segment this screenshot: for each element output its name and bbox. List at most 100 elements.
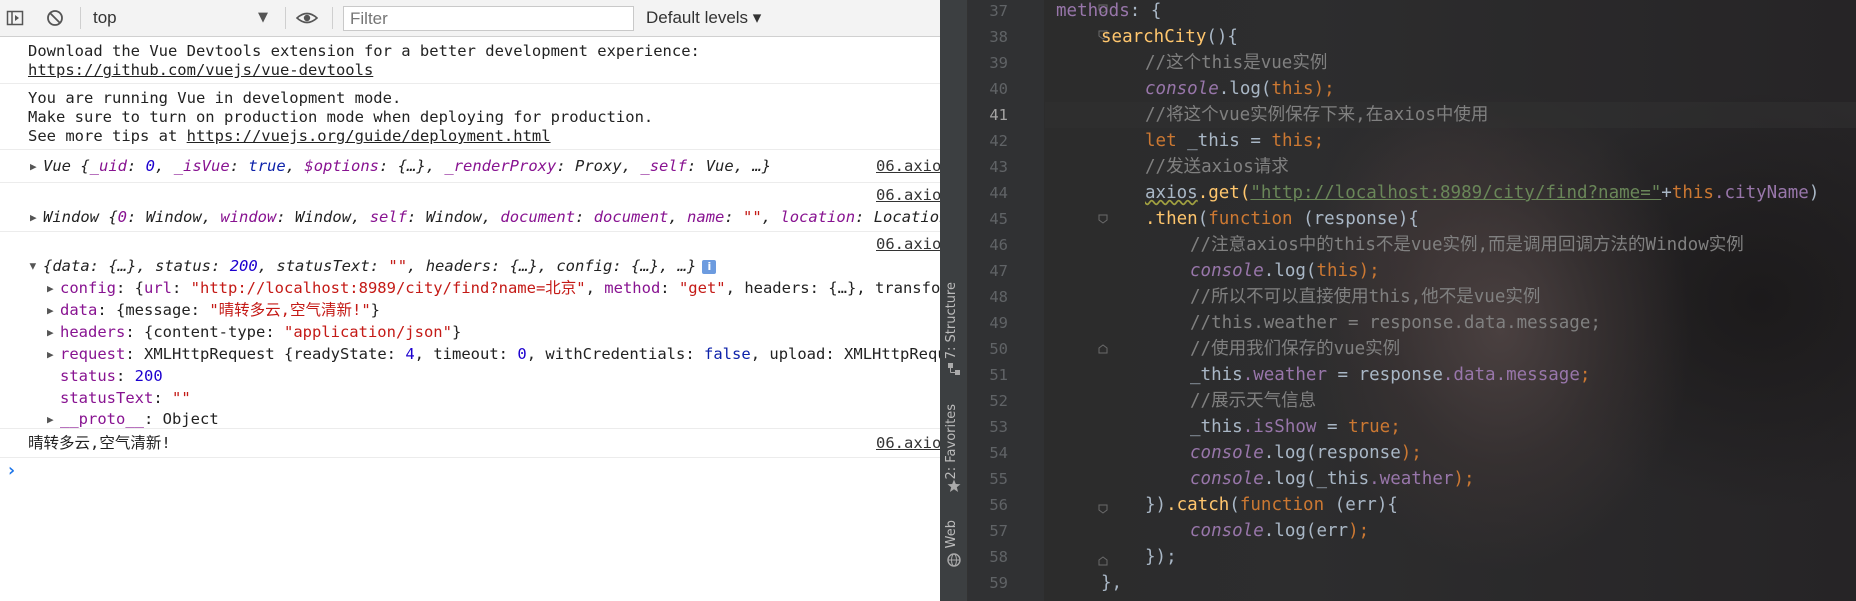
- code-line-58[interactable]: });: [1145, 544, 1177, 570]
- code-line-50[interactable]: //使用我们保存的vue实例: [1190, 336, 1400, 362]
- deployment-link[interactable]: https://vuejs.org/guide/deployment.html: [187, 127, 551, 145]
- devtools-link[interactable]: https://github.com/vuejs/vue-devtools: [28, 61, 373, 80]
- vue-object-preview[interactable]: Vue {_uid: 0, _isVue: true, $options: {……: [43, 157, 771, 176]
- toolbar-divider: [80, 7, 81, 29]
- star-icon[interactable]: [947, 479, 961, 493]
- line-number: 40: [989, 80, 1008, 98]
- expand-triangle-icon[interactable]: ▶: [47, 301, 54, 320]
- console-prompt[interactable]: ›: [6, 460, 17, 481]
- code-line-52[interactable]: //展示天气信息: [1190, 388, 1316, 414]
- tab-structure[interactable]: 7: Structure: [944, 282, 964, 359]
- line-number: 47: [989, 262, 1008, 280]
- line-number: 59: [989, 574, 1008, 592]
- code-line-44[interactable]: axios.get("http://localhost:8989/city/fi…: [1145, 180, 1819, 206]
- console-message: ▶ Vue {_uid: 0, _isVue: true, $options: …: [0, 151, 940, 183]
- response-statustext-row: statusText: "": [60, 389, 191, 407]
- line-number: 50: [989, 340, 1008, 358]
- response-request-row[interactable]: request: XMLHttpRequest {readyState: 4, …: [60, 345, 940, 364]
- tab-web[interactable]: Web: [944, 520, 964, 548]
- console-message: 06.axio ▶ Window {0: Window, window: Win…: [0, 184, 940, 232]
- code-line-59[interactable]: },: [1101, 570, 1122, 596]
- line-number: 37: [989, 2, 1008, 20]
- code-line-45[interactable]: .then(function (response){: [1145, 206, 1419, 232]
- line-number: 45: [989, 210, 1008, 228]
- code-line-51[interactable]: _this.weather = response.data.message;: [1190, 362, 1590, 388]
- code-line-57[interactable]: console.log(err);: [1190, 518, 1369, 544]
- code-line-39[interactable]: //这个this是vue实例: [1145, 50, 1327, 76]
- response-data-row[interactable]: data: {message: "晴转多云,空气清新!"}: [60, 301, 380, 320]
- code-line-46[interactable]: //注意axios中的this不是vue实例,而是调用回调方法的Window实例: [1190, 232, 1744, 258]
- response-proto-row[interactable]: __proto__: Object: [60, 410, 219, 429]
- code-line-56[interactable]: }).catch(function (err){: [1145, 492, 1398, 518]
- window-object-preview[interactable]: Window {0: Window, window: Window, self:…: [43, 208, 940, 227]
- tool-window-strip: 7: Structure 2: Favorites Web: [940, 0, 968, 601]
- toolbar-divider: [332, 7, 333, 29]
- code-line-40[interactable]: console.log(this);: [1145, 76, 1335, 102]
- source-link[interactable]: 06.axio: [876, 434, 940, 453]
- log-levels-dropdown[interactable]: Default levels ▾: [646, 8, 761, 28]
- code-line-49[interactable]: //this.weather = response.data.message;: [1190, 310, 1601, 336]
- context-selector[interactable]: top: [93, 8, 117, 28]
- filter-input[interactable]: [343, 6, 634, 31]
- expand-triangle-icon[interactable]: ▶: [47, 279, 54, 298]
- code-line-53[interactable]: _this.isShow = true;: [1190, 414, 1401, 440]
- line-number: 58: [989, 548, 1008, 566]
- code-line-48[interactable]: //所以不可以直接使用this,他不是vue实例: [1190, 284, 1540, 310]
- source-link[interactable]: 06.axio: [876, 235, 940, 254]
- fold-end-icon[interactable]: [1097, 555, 1109, 567]
- expand-triangle-icon[interactable]: ▶: [47, 410, 54, 429]
- line-number: 39: [989, 54, 1008, 72]
- code-line-55[interactable]: console.log(_this.weather);: [1190, 466, 1475, 492]
- code-line-54[interactable]: console.log(response);: [1190, 440, 1422, 466]
- message-text: You are running Vue in development mode.: [28, 89, 402, 107]
- toolbar-divider: [285, 7, 286, 29]
- line-number: 46: [989, 236, 1008, 254]
- line-number: 51: [989, 366, 1008, 384]
- globe-icon[interactable]: [947, 553, 961, 567]
- fold-marker-icon[interactable]: [1097, 503, 1109, 515]
- collapse-triangle-icon[interactable]: ▶: [24, 263, 43, 270]
- line-number: 54: [989, 444, 1008, 462]
- line-number: 41: [989, 106, 1008, 124]
- source-link[interactable]: 06.axio: [876, 157, 940, 176]
- fold-marker-icon[interactable]: [1097, 213, 1109, 225]
- weather-message: 晴转多云,空气清新!: [28, 434, 171, 452]
- console-message: You are running Vue in development mode.…: [0, 85, 940, 150]
- line-number: 42: [989, 132, 1008, 150]
- clear-console-icon[interactable]: [46, 9, 64, 27]
- chevron-down-icon[interactable]: ▼: [258, 10, 268, 25]
- response-config-row[interactable]: config: {url: "http://localhost:8989/cit…: [60, 279, 940, 298]
- eye-icon[interactable]: [296, 9, 318, 27]
- fold-end-icon[interactable]: [1097, 343, 1109, 355]
- response-headers-row[interactable]: headers: {content-type: "application/jso…: [60, 323, 461, 342]
- line-number: 38: [989, 28, 1008, 46]
- code-line-41[interactable]: //将这个vue实例保存下来,在axios中使用: [1145, 102, 1488, 128]
- structure-icon[interactable]: [947, 362, 961, 376]
- console-message: Download the Vue Devtools extension for …: [0, 38, 940, 84]
- message-text: Make sure to turn on production mode whe…: [28, 108, 654, 126]
- line-number: 52: [989, 392, 1008, 410]
- code-line-37[interactable]: methods: {: [1056, 0, 1161, 24]
- code-line-38[interactable]: searchCity(){: [1101, 24, 1238, 50]
- response-object-summary[interactable]: {data: {…}, status: 200, statusText: "",…: [43, 257, 717, 276]
- line-number: 57: [989, 522, 1008, 540]
- code-line-42[interactable]: let _this = this;: [1145, 128, 1324, 154]
- expand-triangle-icon[interactable]: ▶: [47, 345, 54, 364]
- message-text: See more tips at https://vuejs.org/guide…: [28, 127, 551, 145]
- source-link[interactable]: 06.axio: [876, 186, 940, 205]
- line-number: 44: [989, 184, 1008, 202]
- code-line-43[interactable]: //发送axios请求: [1145, 154, 1289, 180]
- info-icon[interactable]: i: [702, 260, 717, 274]
- line-number: 55: [989, 470, 1008, 488]
- code-line-47[interactable]: console.log(this);: [1190, 258, 1380, 284]
- sidebar-toggle-icon[interactable]: [6, 9, 24, 27]
- line-number: 53: [989, 418, 1008, 436]
- response-status-row: status: 200: [60, 367, 163, 385]
- tab-favorites[interactable]: 2: Favorites: [944, 404, 964, 480]
- expand-triangle-icon[interactable]: ▶: [30, 157, 37, 176]
- expand-triangle-icon[interactable]: ▶: [30, 208, 37, 227]
- line-number: 48: [989, 288, 1008, 306]
- devtools-console: top ▼ Default levels ▾ Download the Vue …: [0, 0, 940, 601]
- expand-triangle-icon[interactable]: ▶: [47, 323, 54, 342]
- line-number: 49: [989, 314, 1008, 332]
